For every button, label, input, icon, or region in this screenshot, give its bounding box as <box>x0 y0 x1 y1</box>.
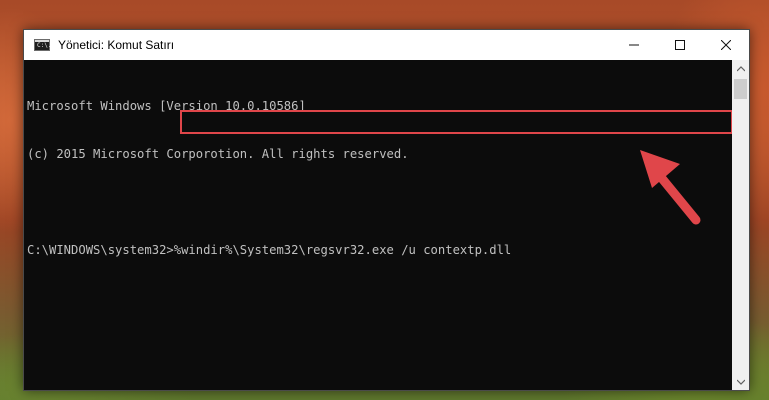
scrollbar-thumb[interactable] <box>734 79 747 99</box>
command-prompt-icon[interactable]: C:\. <box>34 39 52 51</box>
red-arrow-icon <box>640 150 701 225</box>
chevron-down-icon <box>736 379 745 385</box>
minimize-button[interactable] <box>611 30 657 60</box>
caption-buttons <box>611 30 749 60</box>
scroll-down-button[interactable] <box>732 373 749 390</box>
scroll-up-button[interactable] <box>732 60 749 77</box>
chevron-up-icon <box>736 65 745 71</box>
console-line-command: C:\WINDOWS\system32>%windir%\System32\re… <box>27 243 512 257</box>
maximize-button[interactable] <box>657 30 703 60</box>
close-icon <box>721 40 731 50</box>
minimize-icon <box>629 44 639 46</box>
console-line-copyright: (c) 2015 Microsoft Corporotion. All righ… <box>27 147 409 161</box>
close-button[interactable] <box>703 30 749 60</box>
title-bar[interactable]: C:\. Yönetici: Komut Satırı <box>24 30 749 60</box>
command-highlight-box <box>180 110 733 134</box>
app-icon-text: C:\. <box>37 42 52 49</box>
maximize-icon <box>675 40 685 50</box>
window-title: Yönetici: Komut Satırı <box>58 38 175 52</box>
vertical-scrollbar[interactable] <box>732 60 749 390</box>
